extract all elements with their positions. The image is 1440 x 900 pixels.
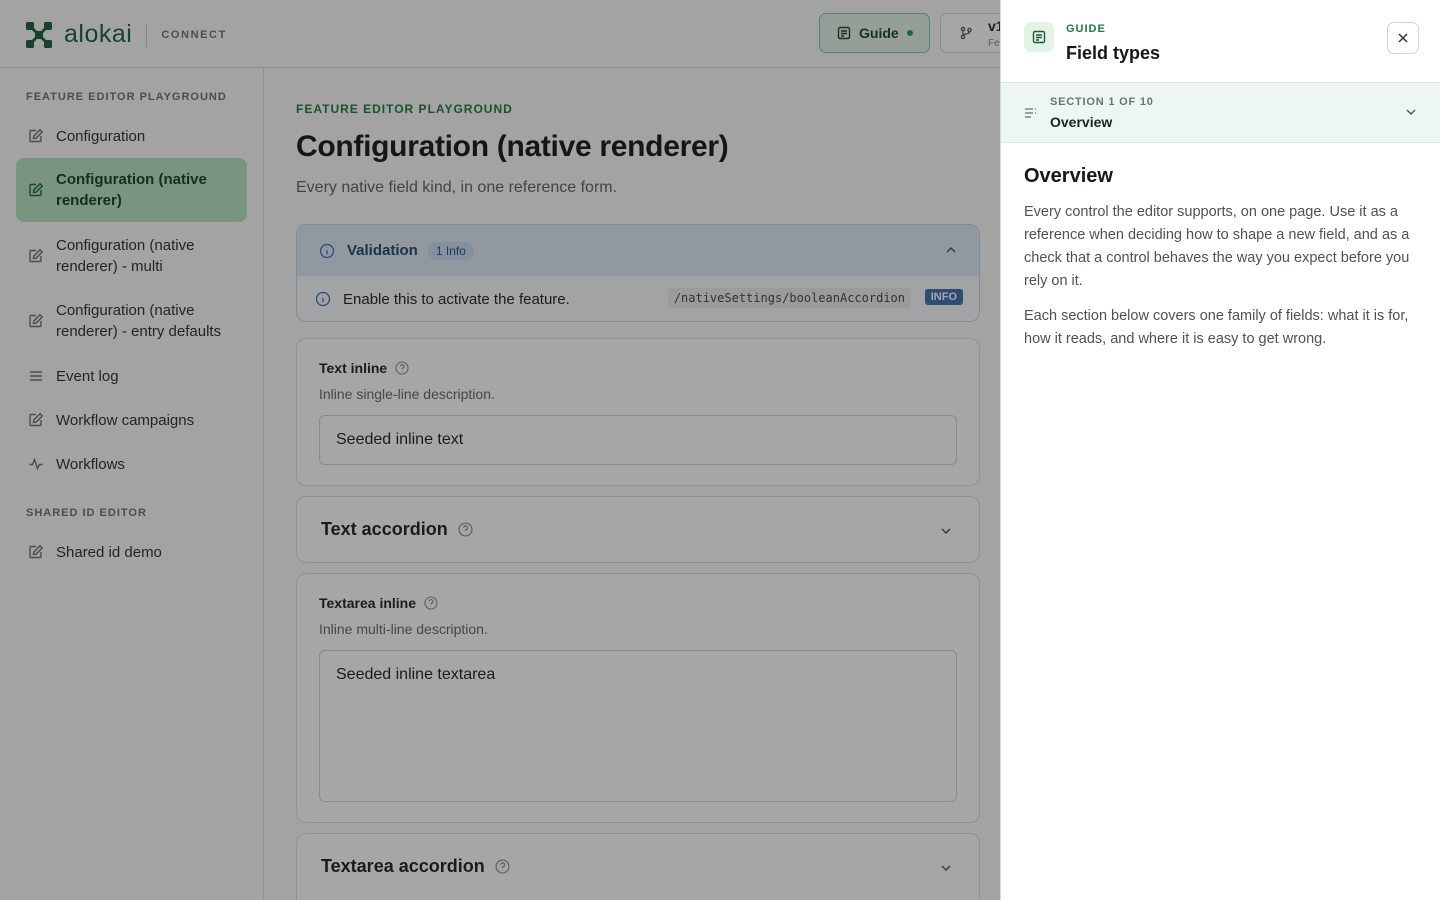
close-icon xyxy=(1398,33,1408,43)
guide-paragraph: Every control the editor supports, on on… xyxy=(1024,204,1410,289)
chevron-down-icon xyxy=(1406,109,1416,116)
guide-paragraph: Each section below covers one family of … xyxy=(1024,308,1409,347)
section-list-icon xyxy=(1025,108,1036,118)
drawer-title: Field types xyxy=(1066,43,1161,63)
guide-icon xyxy=(1024,22,1054,52)
drawer-header: GUIDE Field types xyxy=(1001,0,1440,83)
guide-section-heading: Overview xyxy=(1024,165,1113,187)
guide-drawer: GUIDE Field types SECTION 1 OF 10 Overvi… xyxy=(1000,0,1440,900)
section-selector[interactable]: SECTION 1 OF 10 Overview xyxy=(1001,83,1440,143)
close-button[interactable] xyxy=(1387,22,1419,54)
section-counter: SECTION 1 OF 10 xyxy=(1050,96,1154,108)
drawer-eyebrow: GUIDE xyxy=(1066,23,1106,35)
drawer-backdrop[interactable] xyxy=(0,0,1000,900)
section-name: Overview xyxy=(1050,114,1113,130)
